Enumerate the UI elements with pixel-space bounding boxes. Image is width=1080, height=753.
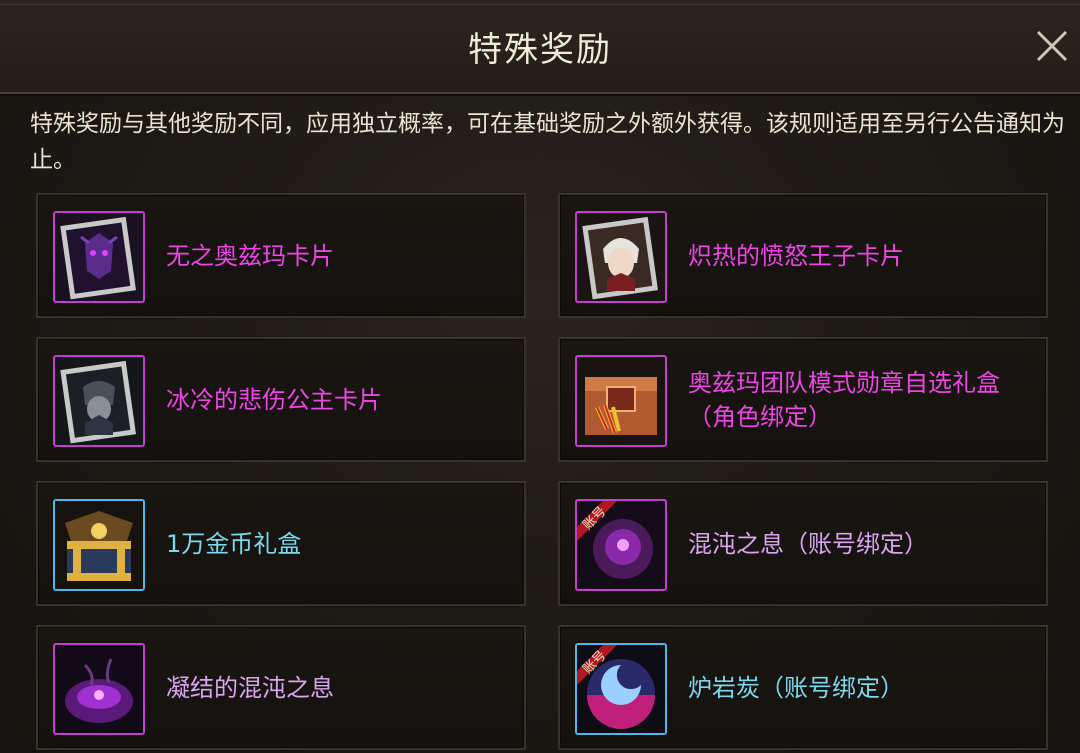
reward-item[interactable]: 凝结的混沌之息 bbox=[36, 625, 526, 750]
condensed-chaos-icon bbox=[53, 643, 145, 735]
close-button[interactable] bbox=[1032, 26, 1072, 66]
reward-item[interactable]: 无之奥兹玛卡片 bbox=[36, 193, 526, 318]
reward-item[interactable]: 炽热的愤怒王子卡片 bbox=[558, 193, 1048, 318]
window-header: 特殊奖励 bbox=[0, 0, 1080, 94]
close-icon bbox=[1036, 30, 1068, 62]
reward-name: 1万金币礼盒 bbox=[166, 529, 302, 558]
reward-name: 凝结的混沌之息 bbox=[166, 673, 334, 702]
reward-item[interactable]: 1万金币礼盒 bbox=[36, 481, 526, 606]
window-title: 特殊奖励 bbox=[468, 30, 612, 70]
reward-name: 无之奥兹玛卡片 bbox=[166, 241, 334, 270]
furnace-stone-icon: 账号 bbox=[575, 643, 667, 735]
prince-card-icon bbox=[575, 211, 667, 303]
gold-chest-icon bbox=[53, 499, 145, 591]
reward-item[interactable]: 账号 混沌之息（账号绑定） bbox=[558, 481, 1048, 606]
reward-item[interactable]: 奥兹玛团队模式勋章自选礼盒 （角色绑定） bbox=[558, 337, 1048, 462]
reward-name: 炉岩炭（账号绑定） bbox=[688, 673, 904, 702]
reward-description: 特殊奖励与其他奖励不同，应用独立概率，可在基础奖励之外额外获得。该规则适用至另行… bbox=[30, 111, 1065, 173]
reward-name: 奥兹玛团队模式勋章自选礼盒 （角色绑定） bbox=[688, 368, 1000, 431]
medal-box-icon bbox=[575, 355, 667, 447]
reward-item[interactable]: 账号 炉岩炭（账号绑定） bbox=[558, 625, 1048, 750]
reward-name: 炽热的愤怒王子卡片 bbox=[688, 241, 904, 270]
ozma-card-icon bbox=[53, 211, 145, 303]
chaos-breath-icon: 账号 bbox=[575, 499, 667, 591]
reward-name: 冰冷的悲伤公主卡片 bbox=[166, 385, 382, 414]
reward-window: 特殊奖励 特殊奖励与其他奖励不同，应用独立概率，可在基础奖励之外额外获得。该规则… bbox=[0, 0, 1080, 753]
reward-item[interactable]: 冰冷的悲伤公主卡片 bbox=[36, 337, 526, 462]
reward-name: 混沌之息（账号绑定） bbox=[688, 529, 928, 558]
princess-card-icon bbox=[53, 355, 145, 447]
